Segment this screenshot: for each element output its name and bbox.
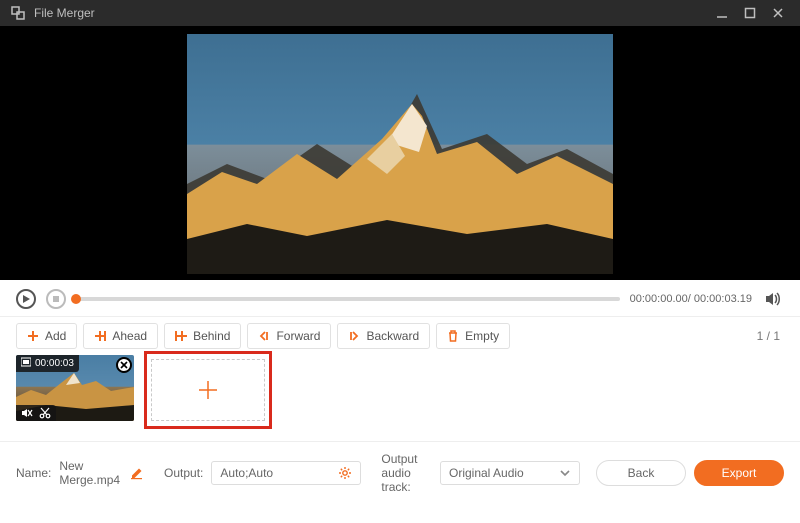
stop-button[interactable] [46, 289, 66, 309]
audio-track-value: Original Audio [449, 466, 524, 480]
plus-icon [27, 330, 39, 342]
app-logo-icon [10, 5, 26, 21]
edit-name-button[interactable] [130, 466, 144, 480]
clip-action-icons [16, 405, 56, 421]
behind-button[interactable]: Behind [164, 323, 241, 349]
clip-thumbnail[interactable]: 00:00:03 [16, 355, 134, 421]
output-select[interactable]: Auto;Auto [211, 461, 361, 485]
audio-track-select[interactable]: Original Audio [440, 461, 580, 485]
play-button[interactable] [16, 289, 36, 309]
window-title: File Merger [34, 6, 95, 20]
clip-toolbar: Add Ahead Behind Forward Backward Empty … [0, 316, 800, 355]
plus-icon [196, 378, 220, 402]
clip-duration-text: 00:00:03 [35, 358, 74, 369]
time-display: 00:00:00.00/ 00:00:03.19 [630, 293, 752, 305]
forward-button[interactable]: Forward [247, 323, 331, 349]
forward-label: Forward [276, 329, 320, 343]
name-label: Name: [16, 466, 51, 480]
titlebar: File Merger [0, 0, 800, 26]
minimize-button[interactable] [708, 0, 736, 26]
backward-button[interactable]: Backward [337, 323, 430, 349]
add-clip-dropzone[interactable] [151, 359, 265, 421]
video-preview [0, 26, 800, 280]
clip-duration-badge: 00:00:03 [16, 355, 79, 372]
step-forward-icon [258, 330, 270, 342]
volume-button[interactable] [762, 288, 784, 310]
add-clip-highlighted-zone [144, 351, 272, 429]
backward-label: Backward [366, 329, 419, 343]
behind-label: Behind [193, 329, 230, 343]
insert-ahead-icon [94, 330, 106, 342]
close-button[interactable] [764, 0, 792, 26]
empty-button[interactable]: Empty [436, 323, 510, 349]
output-value: Auto;Auto [220, 466, 273, 480]
export-button[interactable]: Export [694, 460, 784, 486]
seek-bar[interactable] [76, 297, 620, 301]
clip-strip: 00:00:03 [0, 355, 800, 442]
clip-remove-button[interactable] [116, 357, 132, 373]
clip-mute-icon[interactable] [21, 407, 33, 419]
audio-track-label: Output audio track: [381, 452, 432, 494]
filmstrip-icon [21, 357, 31, 370]
add-label: Add [45, 329, 66, 343]
maximize-button[interactable] [736, 0, 764, 26]
playback-controls: 00:00:00.00/ 00:00:03.19 [0, 284, 800, 314]
insert-behind-icon [175, 330, 187, 342]
name-value: New Merge.mp4 [59, 459, 120, 487]
empty-label: Empty [465, 329, 499, 343]
page-counter: 1 / 1 [757, 329, 784, 343]
step-backward-icon [348, 330, 360, 342]
add-button[interactable]: Add [16, 323, 77, 349]
ahead-label: Ahead [112, 329, 147, 343]
gear-icon[interactable] [338, 466, 352, 480]
bottom-bar: Name: New Merge.mp4 Output: Auto;Auto Ou… [0, 442, 800, 504]
ahead-button[interactable]: Ahead [83, 323, 158, 349]
video-frame [187, 34, 613, 274]
trash-icon [447, 330, 459, 342]
back-button[interactable]: Back [596, 460, 686, 486]
mountain-artwork [187, 34, 613, 274]
clip-cut-icon[interactable] [39, 407, 51, 419]
chevron-down-icon [559, 467, 571, 479]
output-label: Output: [164, 466, 203, 480]
seek-handle[interactable] [71, 294, 81, 304]
